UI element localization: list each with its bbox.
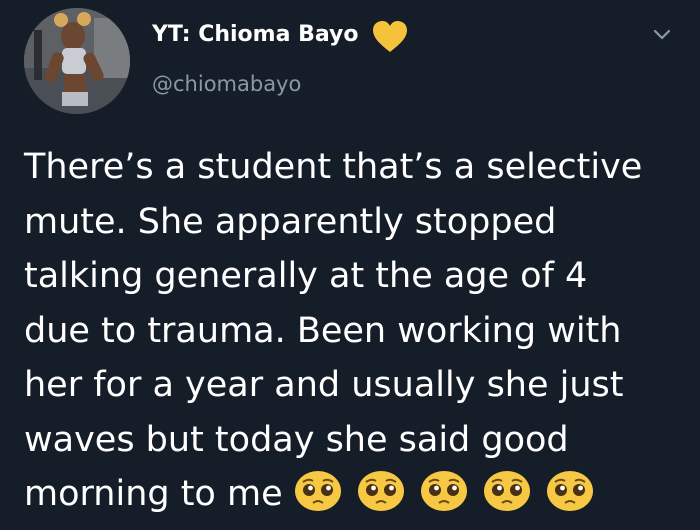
pleading-face-icon bbox=[294, 471, 341, 511]
tweet-last-line: morning to me bbox=[24, 467, 694, 522]
display-name[interactable]: YT: Chioma Bayo bbox=[152, 22, 358, 47]
tweet-line: due to trauma. Been working with bbox=[24, 310, 622, 351]
pleading-face-icon bbox=[357, 471, 404, 511]
chevron-down-icon[interactable] bbox=[650, 22, 674, 46]
yellow-heart-icon bbox=[373, 21, 407, 52]
tweet-line: There’s a student that’s a selective bbox=[24, 147, 643, 187]
pleading-face-icon bbox=[547, 471, 594, 511]
emoji-row bbox=[293, 469, 598, 530]
tweet-line: her for a year and usually she just bbox=[24, 365, 624, 405]
pleading-face-icon bbox=[420, 471, 467, 511]
avatar[interactable] bbox=[24, 8, 130, 114]
tweet-text: There’s a student that’s a selective mut… bbox=[24, 140, 694, 522]
tweet-line: talking generally at the age of 4 bbox=[24, 256, 588, 296]
pleading-face-icon bbox=[484, 471, 531, 511]
user-handle[interactable]: @chiomabayo bbox=[152, 72, 301, 96]
tweet-line: mute. She apparently stopped bbox=[24, 201, 557, 242]
tweet: YT: Chioma Bayo @chiomabayo There’s a st… bbox=[0, 0, 700, 522]
tweet-line: morning to me bbox=[24, 474, 283, 514]
tweet-line: waves but today she said good bbox=[24, 419, 569, 460]
